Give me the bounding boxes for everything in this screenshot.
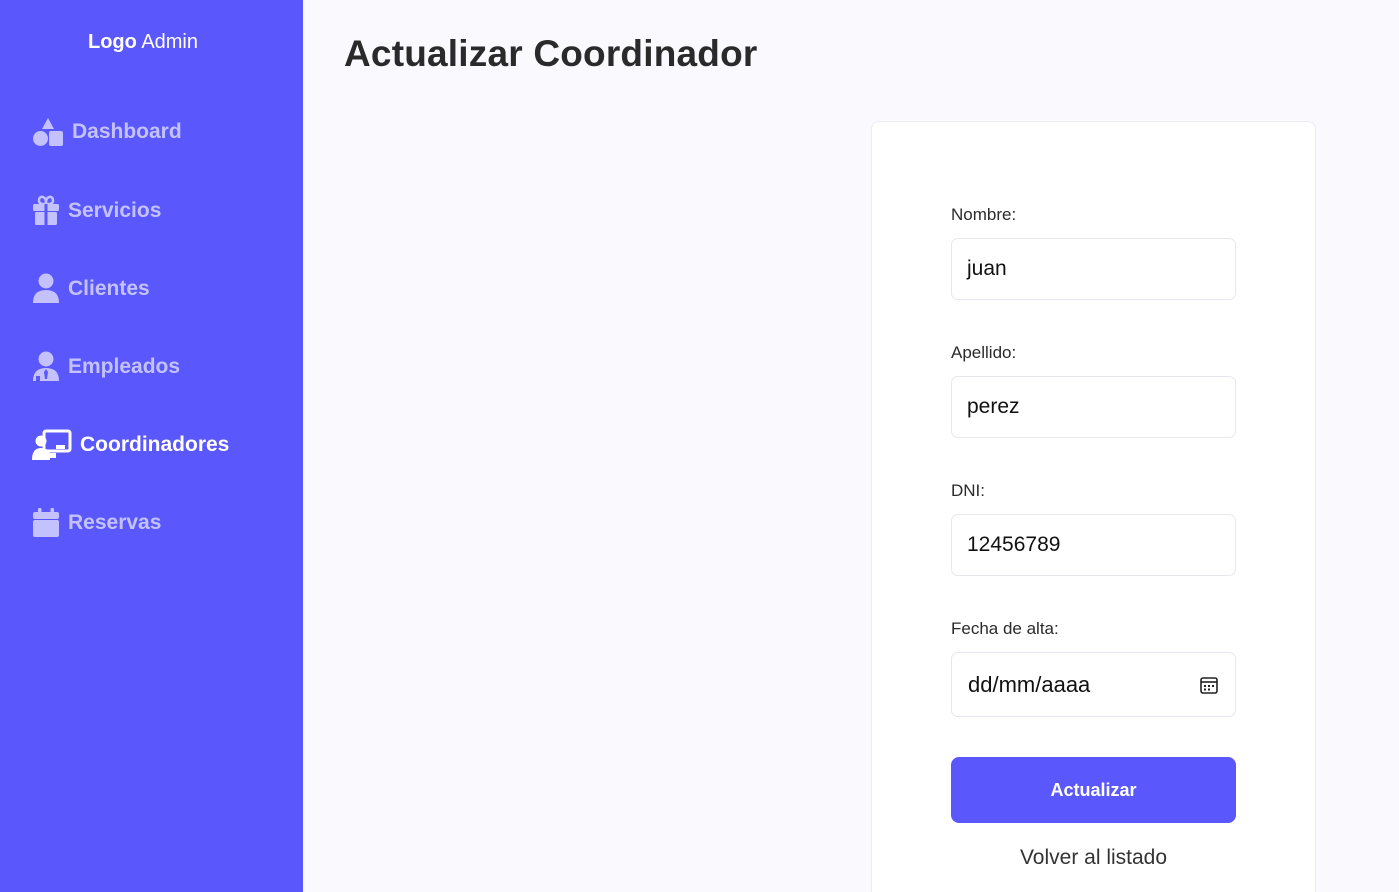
volver-listado-link[interactable]: Volver al listado <box>951 846 1236 870</box>
user-tie-icon <box>32 351 60 382</box>
chalkboard-user-icon <box>32 429 72 461</box>
fecha-label: Fecha de alta: <box>951 619 1059 638</box>
dni-field[interactable]: 12456789 <box>951 514 1236 576</box>
dni-label: DNI: <box>951 481 985 500</box>
sidebar-item-label: Reservas <box>68 510 162 534</box>
sidebar-item-label: Clientes <box>68 276 150 300</box>
apellido-field[interactable]: perez <box>951 376 1236 438</box>
main-content: Actualizar Coordinador Nombre: juan Apel… <box>303 0 1399 892</box>
nombre-field[interactable]: juan <box>951 238 1236 300</box>
apellido-label: Apellido: <box>951 343 1017 362</box>
app: Logo Admin Dashboard Servicios Clientes … <box>0 0 1399 892</box>
actualizar-button[interactable]: Actualizar <box>951 757 1236 823</box>
shapes-icon <box>32 117 64 147</box>
calendar-picker-icon[interactable] <box>1199 675 1219 695</box>
sidebar-item-label: Coordinadores <box>80 433 230 456</box>
sidebar: Logo Admin Dashboard Servicios Clientes … <box>0 0 303 892</box>
calendar-icon <box>32 507 60 538</box>
user-icon <box>32 273 60 304</box>
sidebar-item-empleados[interactable]: Empleados <box>32 351 180 382</box>
fecha-alta-field[interactable]: dd/mm/aaaa <box>951 652 1236 717</box>
logo[interactable]: Logo Admin <box>0 31 286 54</box>
sidebar-item-reservas[interactable]: Reservas <box>32 507 161 538</box>
sidebar-item-label: Dashboard <box>72 120 182 143</box>
date-placeholder: dd/mm/aaaa <box>968 671 1091 697</box>
sidebar-item-label: Empleados <box>68 354 181 378</box>
nombre-label: Nombre: <box>951 205 1017 224</box>
sidebar-item-label: Servicios <box>68 198 162 222</box>
gift-icon <box>32 195 60 226</box>
sidebar-item-coordinadores[interactable]: Coordinadores <box>32 429 229 461</box>
sidebar-item-servicios[interactable]: Servicios <box>32 195 161 226</box>
update-coordinator-form: Nombre: juan Apellido: perez DNI: 124567… <box>871 121 1316 892</box>
sidebar-item-dashboard[interactable]: Dashboard <box>32 117 182 147</box>
sidebar-item-clientes[interactable]: Clientes <box>32 273 150 304</box>
logo-light: Admin <box>141 31 199 53</box>
page-title: Actualizar Coordinador <box>344 33 758 74</box>
logo-bold: Logo <box>87 31 137 53</box>
